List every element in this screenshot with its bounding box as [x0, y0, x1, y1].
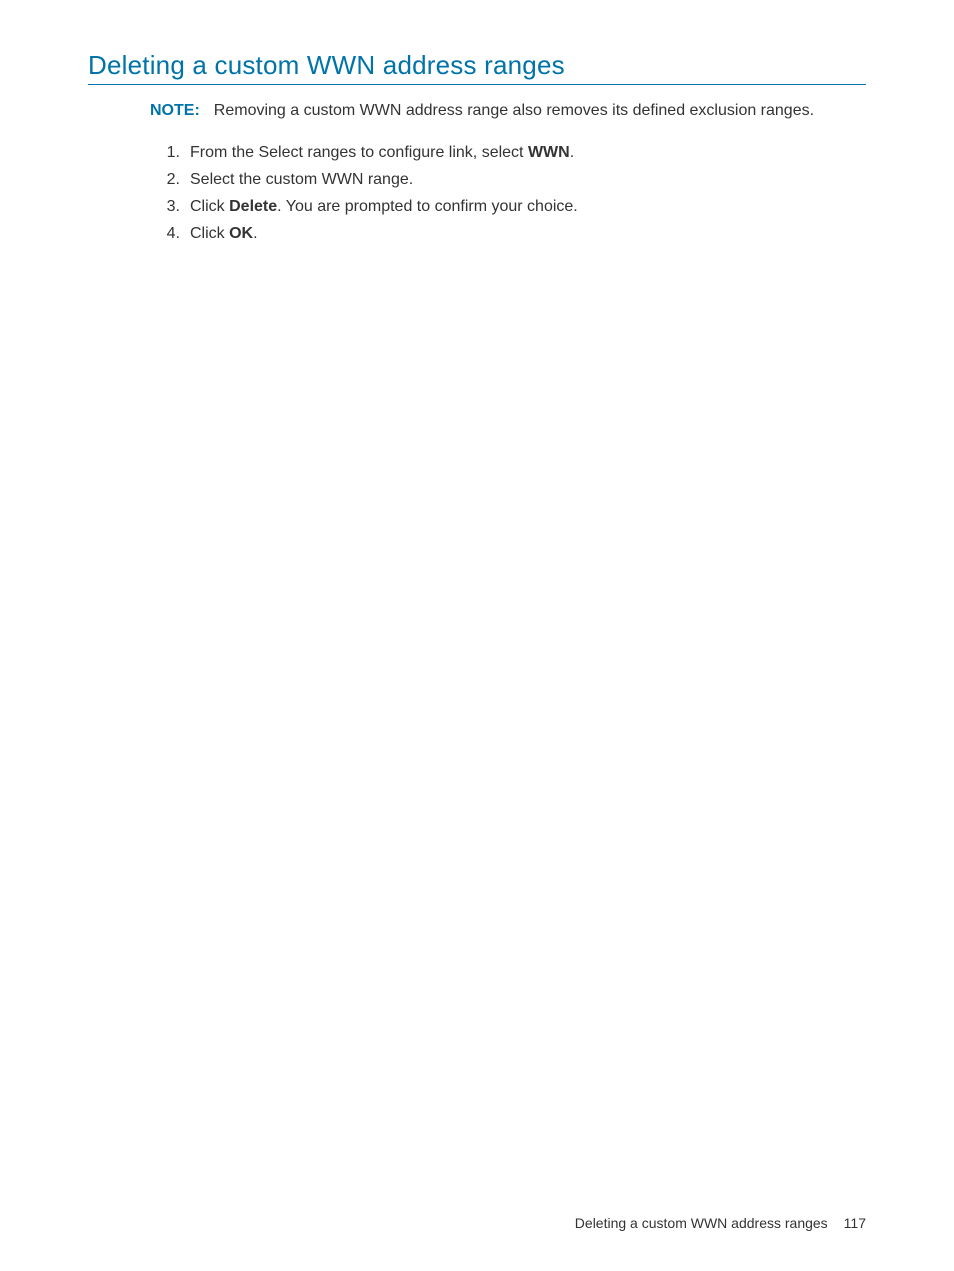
list-item: Click Delete. You are prompted to confir…: [150, 195, 856, 219]
list-item: Select the custom WWN range.: [150, 168, 856, 192]
footer-title: Deleting a custom WWN address ranges: [575, 1215, 828, 1231]
step-text-post: .: [570, 144, 574, 161]
step-text-bold: Delete: [229, 198, 277, 215]
list-item: Click OK.: [150, 222, 856, 246]
note-text: Removing a custom WWN address range also…: [214, 102, 814, 119]
content-block: NOTE: Removing a custom WWN address range…: [150, 99, 856, 246]
note-label: NOTE:: [150, 102, 200, 119]
step-text-pre: From the Select ranges to configure link…: [190, 144, 528, 161]
note-line: NOTE: Removing a custom WWN address range…: [150, 99, 856, 123]
page-footer: Deleting a custom WWN address ranges 117: [575, 1215, 866, 1231]
page-heading: Deleting a custom WWN address ranges: [88, 50, 866, 85]
step-text-bold: OK: [229, 225, 253, 242]
list-item: From the Select ranges to configure link…: [150, 141, 856, 165]
step-text-pre: Click: [190, 198, 229, 215]
step-text-pre: Click: [190, 225, 229, 242]
steps-list: From the Select ranges to configure link…: [150, 141, 856, 246]
step-text-post: . You are prompted to confirm your choic…: [277, 198, 578, 215]
step-text-pre: Select the custom WWN range.: [190, 171, 413, 188]
step-text-post: .: [253, 225, 257, 242]
footer-page-number: 117: [844, 1215, 866, 1231]
step-text-bold: WWN: [528, 144, 570, 161]
page-container: Deleting a custom WWN address ranges NOT…: [0, 0, 954, 1271]
